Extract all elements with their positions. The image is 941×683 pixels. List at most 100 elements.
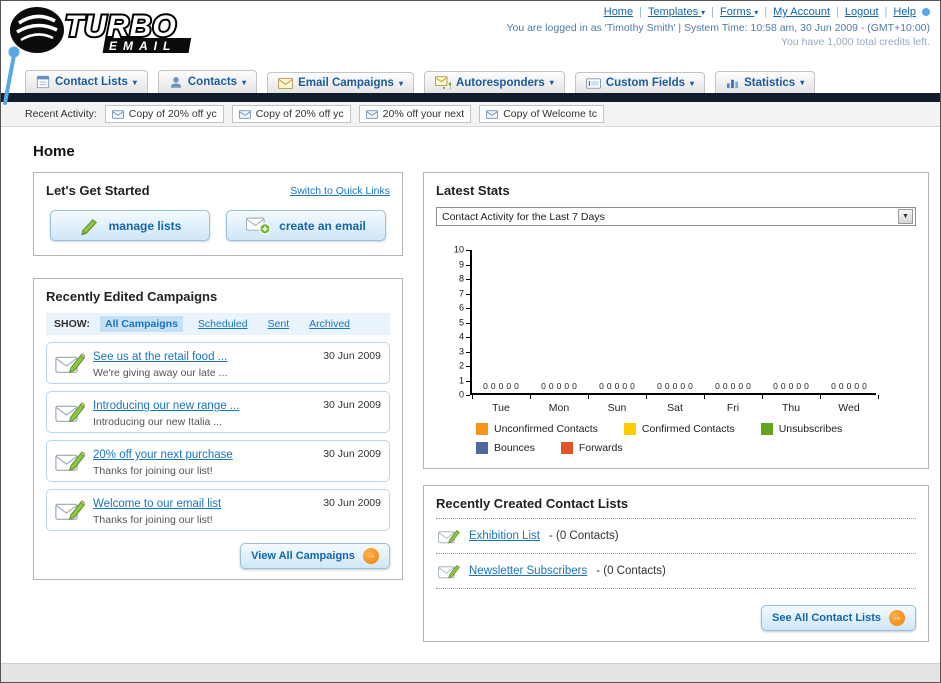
create-email-button[interactable]: create an email [226,210,386,241]
top-nav-link-help[interactable]: Help [893,6,916,18]
recent-activity-item[interactable]: Copy of 20% off yc [104,105,224,123]
value-label: 0 [746,381,751,391]
value-label: 0 [804,381,809,391]
top-nav: Home | Templates ▾ | Forms ▾ | My Account | Logo… [506,6,930,18]
top-nav-link-home[interactable]: Home [604,6,633,18]
contact-list-link[interactable]: Newsletter Subscribers [469,565,587,577]
manage-lists-button[interactable]: manage lists [50,210,210,241]
tab-autoresponders[interactable]: Autoresponders ▾ [423,71,565,93]
legend-swatch [760,423,773,435]
zero-value-labels: 00000 [588,381,646,391]
contact-lists-title: Recently Created Contact Lists [436,496,916,519]
legend-label: Unsubscribes [778,423,843,435]
envelope-icon [238,109,251,119]
top-nav-link-forms[interactable]: Forms ▾ [720,6,758,18]
recent-activity-item-label: Copy of 20% off yc [128,108,217,120]
stats-period-select[interactable]: Contact Activity for the Last 7 Days ▼ [436,207,916,226]
y-tick-mark [466,380,470,382]
separator: | [884,6,888,18]
zero-value-labels: 00000 [530,381,588,391]
recent-activity-label: Recent Activity: [25,108,97,120]
chevron-down-icon: ▾ [800,78,805,87]
campaign-subtitle: Thanks for joining our list! [93,514,213,526]
top-nav-link-logout[interactable]: Logout [845,6,879,18]
see-all-contact-lists-label: See All Contact Lists [771,612,881,624]
x-tick-mark [878,395,879,399]
value-label: 0 [664,381,670,391]
x-tick-label: Tue [492,402,510,414]
campaign-subtitle: We're giving away our late ... [93,367,228,379]
legend-item: Forwards [560,442,623,454]
tab-label: Autoresponders [455,76,545,89]
top-nav-link-templates[interactable]: Templates ▾ [648,6,705,18]
chart-legend: Unconfirmed Contacts Confirmed Contacts Un… [476,423,916,454]
page: TURBO EMAIL Home | Templates ▾ | Forms ▾ | My … [0,0,941,683]
separator: | [836,6,839,18]
switch-quick-links-link[interactable]: Switch to Quick Links [290,185,390,197]
autoresponders-icon [434,76,451,89]
y-tick-mark [466,250,470,251]
tab-contact-lists[interactable]: Contact Lists ▾ [25,70,148,93]
app-logo[interactable]: TURBO EMAIL [9,5,259,62]
campaign-link[interactable]: 20% off your next purchase [93,449,233,461]
campaign-filter-archived[interactable]: Archived [304,316,355,332]
campaign-filter-all-campaigns[interactable]: All Campaigns [99,316,183,332]
tab-contacts[interactable]: Contacts ▾ [157,70,258,93]
campaign-text: 20% off your next purchase Thanks for joi… [93,445,323,477]
header-right: Home | Templates ▾ | Forms ▾ | My Account | Logo… [506,6,930,48]
create-email-label: create an email [279,218,366,233]
view-all-campaigns-button[interactable]: View All Campaigns → [240,543,390,569]
x-tick-label: Sat [667,402,683,414]
view-all-campaigns-label: View All Campaigns [251,550,355,562]
value-label: 0 [599,381,604,391]
campaign-text: Introducing our new range ... Introducing… [93,396,323,428]
recent-activity-item[interactable]: Copy of Welcome tc [479,105,604,123]
contact-list-item: Exhibition List - (0 Contacts) [436,519,916,554]
legend-label: Unconfirmed Contacts [494,423,598,435]
value-label: 0 [788,381,794,391]
value-label: 0 [722,381,728,391]
y-tick-mark [466,322,470,324]
value-label: 0 [541,381,546,391]
chevron-down-icon: ▾ [242,77,247,87]
custom-fields-icon [585,77,601,89]
see-all-contact-lists-button[interactable]: See All Contact Lists → [760,605,916,631]
tab-statistics[interactable]: Statistics ▾ [715,71,816,93]
stats-panel: Latest Stats Contact Activity for the La… [423,172,929,469]
top-nav-link-my-account[interactable]: My Account [773,6,830,18]
stats-title: Latest Stats [436,183,510,198]
campaign-filter-sent[interactable]: Sent [263,316,295,332]
campaign-link[interactable]: Introducing our new range ... [93,400,239,412]
get-started-title: Let's Get Started [46,183,150,198]
campaign-filter-scheduled[interactable]: Scheduled [193,316,253,332]
envelope-pencil-small-icon [438,527,460,545]
x-tick-mark [762,395,763,399]
recent-activity-item-label: 20% off your next [382,108,465,120]
campaign-link[interactable]: Welcome to our email list [93,498,221,510]
envelope-pencil-icon [55,400,85,424]
turbo-email-logo-graphic: TURBO EMAIL [10,7,192,53]
envelope-pencil-icon [55,351,85,375]
tab-email-campaigns[interactable]: Email Campaigns ▾ [267,72,414,93]
campaign-subtitle: Introducing our new Italia ... [93,416,222,428]
campaign-link[interactable]: See us at the retail food ... [93,351,227,363]
y-tick-mark [466,279,470,280]
separator: | [711,6,715,18]
value-label: 0 [854,381,860,391]
recent-activity-item[interactable]: 20% off your next [358,105,472,123]
y-tick-label: 5 [458,317,464,327]
separator: | [764,6,768,18]
contact-list-items: Exhibition List - (0 Contacts) Newsletter … [436,519,916,589]
value-label: 0 [838,381,844,391]
value-label: 0 [622,381,628,391]
contact-list-link[interactable]: Exhibition List [469,530,540,542]
recent-activity-item[interactable]: Copy of 20% off yc [231,105,351,123]
chevron-down-icon: ▾ [701,8,706,17]
campaign-text: Welcome to our email list Thanks for join… [93,494,323,526]
arrow-right-icon: → [363,548,379,564]
campaign-item: 20% off your next purchase Thanks for joi… [46,440,390,482]
zero-value-labels: 00000 [762,381,820,391]
y-tick-label: 0 [458,389,464,400]
legend-item: Confirmed Contacts [623,423,735,435]
tab-custom-fields[interactable]: Custom Fields ▾ [574,72,706,93]
